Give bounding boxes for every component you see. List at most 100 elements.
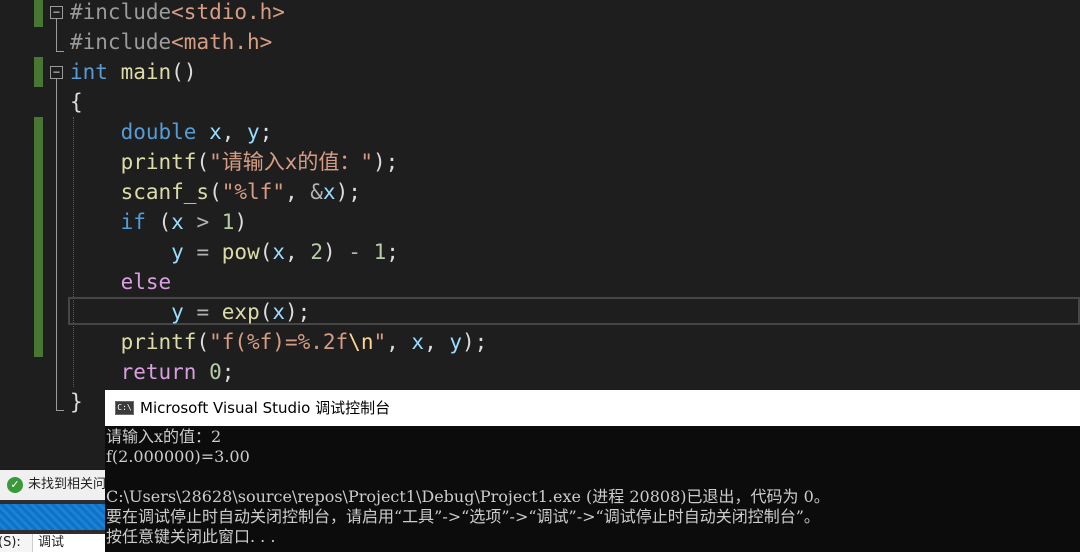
- code-line[interactable]: printf("f(%f)=%.2f\n", x, y);: [70, 327, 488, 357]
- progress-bar: [0, 504, 105, 530]
- code-token: 1: [373, 240, 387, 264]
- code-token: );: [373, 150, 399, 174]
- code-token: x: [272, 240, 286, 264]
- code-token: 1: [221, 210, 235, 234]
- code-token: y: [247, 120, 260, 144]
- code-line[interactable]: scanf_s("%lf", &x);: [70, 177, 361, 207]
- code-token: );: [462, 330, 488, 354]
- code-token: main: [120, 60, 172, 84]
- code-line[interactable]: if (x > 1): [70, 207, 248, 237]
- code-token: x: [322, 180, 336, 204]
- code-token: if: [120, 210, 146, 234]
- code-token: ;: [221, 360, 235, 384]
- code-token: (: [145, 210, 172, 234]
- code-line[interactable]: {: [70, 87, 83, 117]
- console-title: Microsoft Visual Studio 调试控制台: [140, 399, 391, 417]
- change-bar: [34, 57, 43, 87]
- code-token: x: [272, 300, 286, 324]
- collapse-icon[interactable]: −: [50, 6, 63, 19]
- code-token: x: [411, 330, 425, 354]
- code-token: int: [70, 60, 108, 84]
- collapse-icon[interactable]: −: [50, 66, 63, 79]
- code-token: #include: [70, 30, 172, 54]
- console-output-line: 请输入x的值：2: [106, 427, 222, 446]
- output-source-bar: (S): 调试: [0, 534, 105, 552]
- code-line[interactable]: }: [70, 387, 83, 417]
- code-token: (): [171, 60, 197, 84]
- code-token: y: [171, 300, 184, 324]
- code-token: printf: [120, 150, 197, 174]
- code-token: ): [322, 240, 349, 264]
- code-line[interactable]: #include<stdio.h>: [70, 0, 285, 27]
- code-token: x: [171, 210, 184, 234]
- code-token: (: [196, 330, 210, 354]
- code-token: y: [171, 240, 184, 264]
- output-source-select[interactable]: 调试: [32, 534, 105, 552]
- console-output-line: C:\Users\28628\source\repos\Project1\Deb…: [106, 487, 830, 506]
- console-app-icon: C:\: [115, 401, 134, 415]
- code-token: double: [120, 120, 197, 144]
- code-token: );: [335, 180, 361, 204]
- code-line[interactable]: double x, y;: [70, 117, 273, 147]
- code-token: 0: [209, 360, 222, 384]
- code-token: ,: [386, 330, 412, 354]
- code-line[interactable]: return 0;: [70, 357, 235, 387]
- change-bar: [34, 0, 43, 27]
- issues-status-text: 未找到相关问题: [28, 477, 105, 492]
- code-token: pow: [221, 240, 260, 264]
- code-token: =: [196, 300, 210, 324]
- code-line[interactable]: y = pow(x, 2) - 1;: [70, 237, 399, 267]
- code-token: ,: [221, 120, 248, 144]
- console-output-line: f(2.000000)=3.00: [106, 447, 250, 466]
- code-token: ): [234, 210, 248, 234]
- code-line[interactable]: else: [70, 267, 172, 297]
- fold-line: [56, 79, 57, 410]
- code-token: \n: [348, 330, 374, 354]
- code-line[interactable]: printf("请输入x的值：");: [70, 147, 399, 177]
- issues-indicator[interactable]: ✓ 未找到相关问题: [0, 470, 105, 500]
- code-token: {: [70, 90, 83, 114]
- code-token: (: [259, 300, 273, 324]
- code-line[interactable]: #include<math.h>: [70, 27, 272, 57]
- code-token: else: [120, 270, 172, 294]
- code-line[interactable]: int main(): [70, 57, 196, 87]
- console-titlebar[interactable]: C:\ Microsoft Visual Studio 调试控制台: [105, 390, 1080, 426]
- fold-line: [56, 19, 57, 51]
- status-area: ✓ 未找到相关问题 (S): 调试: [0, 470, 105, 552]
- code-line[interactable]: y = exp(x);: [70, 297, 310, 327]
- code-token: );: [285, 300, 311, 324]
- debug-console-window[interactable]: C:\ Microsoft Visual Studio 调试控制台 请输入x的值…: [105, 390, 1080, 552]
- code-token: #include: [70, 0, 172, 24]
- code-token: ,: [424, 330, 450, 354]
- code-token: return: [120, 360, 197, 384]
- code-token: <math.h>: [171, 30, 273, 54]
- code-token: (: [196, 150, 210, 174]
- console-output-line: 按任意键关闭此窗口. . .: [106, 527, 276, 546]
- code-token: ,: [285, 240, 311, 264]
- code-token: "%lf": [221, 180, 285, 204]
- code-token: printf: [120, 330, 197, 354]
- code-token: ": [373, 330, 387, 354]
- fold-end: [56, 410, 64, 411]
- code-token: "请输入x的值：": [209, 150, 374, 174]
- code-token: ;: [386, 240, 399, 264]
- code-token: x: [209, 120, 222, 144]
- code-token: ;: [259, 120, 273, 144]
- code-token: exp: [221, 300, 260, 324]
- change-bar: [34, 117, 43, 357]
